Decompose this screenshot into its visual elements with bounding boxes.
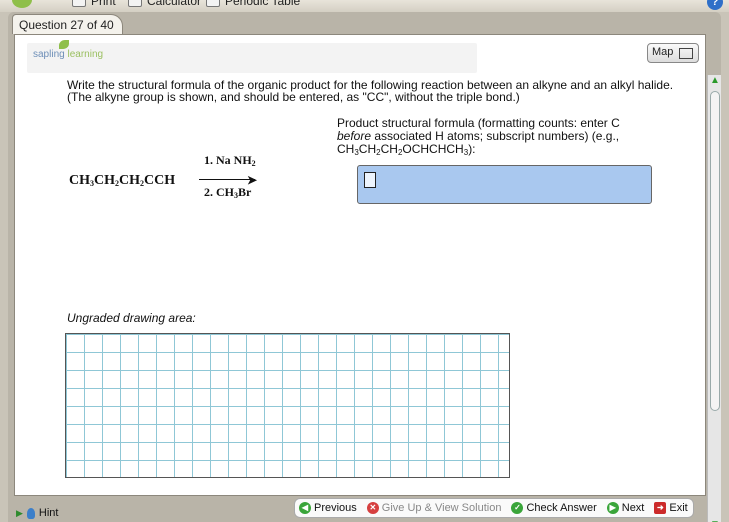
map-label: Map [652, 46, 674, 58]
cancel-icon: ✕ [366, 502, 379, 514]
help-icon[interactable]: ? [707, 0, 723, 10]
question-text: Write the structural formula of the orga… [67, 78, 674, 104]
exit-icon: ➜ [654, 502, 667, 514]
print-button[interactable]: Print [72, 0, 116, 8]
answer-prompt: Product structural formula (formatting c… [337, 116, 620, 158]
hint-label: Hint [38, 507, 59, 519]
vertical-scrollbar[interactable]: ▲ ▼ [707, 75, 721, 522]
sapling-learning-logo: sapling learning [33, 49, 103, 60]
checkmark-icon: ✓ [511, 502, 524, 514]
calculator-button[interactable]: Calculator [128, 0, 201, 8]
calculator-label: Calculator [147, 0, 202, 8]
hint-button[interactable]: ▶ Hint [16, 507, 58, 519]
periodic-table-label: Periodic Table [225, 0, 301, 8]
product-formula-input[interactable] [357, 165, 652, 204]
calculator-icon [128, 0, 142, 7]
logo-word-learning: learning [67, 49, 104, 60]
drawing-area-label: Ungraded drawing area: [67, 311, 196, 325]
reagent-step-2: 2. CH3Br [204, 185, 252, 200]
sapling-logo-icon [12, 0, 32, 8]
map-icon [679, 48, 693, 59]
expand-triangle-icon: ▶ [16, 507, 23, 518]
forward-arrow-icon: ▶ [606, 502, 619, 514]
top-toolbar: Print Calculator Periodic Table ? [0, 0, 729, 12]
give-up-button[interactable]: ✕ Give Up & View Solution [366, 502, 501, 514]
reagent-step-1: 1. Na NH2 [204, 153, 256, 168]
periodic-table-button[interactable]: Periodic Table [206, 0, 300, 8]
text-cursor [364, 172, 376, 188]
map-button[interactable]: Map [647, 43, 699, 63]
back-arrow-icon: ◀ [299, 502, 311, 514]
next-button[interactable]: ▶ Next [606, 502, 644, 514]
logo-word-sapling: sapling [33, 49, 65, 60]
scroll-up-icon[interactable]: ▲ [709, 75, 721, 89]
lightbulb-icon [26, 507, 35, 519]
question-content: sapling learning Map Write the structura… [14, 34, 721, 522]
scroll-thumb[interactable] [710, 91, 720, 411]
question-tab[interactable]: Question 27 of 40 [12, 14, 123, 34]
reaction-scheme: CH3CH2CH2CCH 1. Na NH2 ➤ 2. CH3Br [69, 153, 289, 223]
question-navigation: ◀ Previous ✕ Give Up & View Solution ✓ C… [294, 498, 694, 518]
check-answer-button[interactable]: ✓ Check Answer [511, 502, 597, 514]
exit-button[interactable]: ➜ Exit [654, 502, 688, 514]
print-label: Print [91, 0, 116, 8]
drawing-grid[interactable] [65, 333, 510, 478]
bottom-bar: ▶ Hint ◀ Previous ✕ Give Up & View Solut… [0, 498, 729, 522]
periodic-table-icon [206, 0, 220, 7]
reactant-formula: CH3CH2CH2CCH [69, 173, 176, 188]
printer-icon [72, 0, 86, 7]
previous-button[interactable]: ◀ Previous [299, 502, 357, 514]
